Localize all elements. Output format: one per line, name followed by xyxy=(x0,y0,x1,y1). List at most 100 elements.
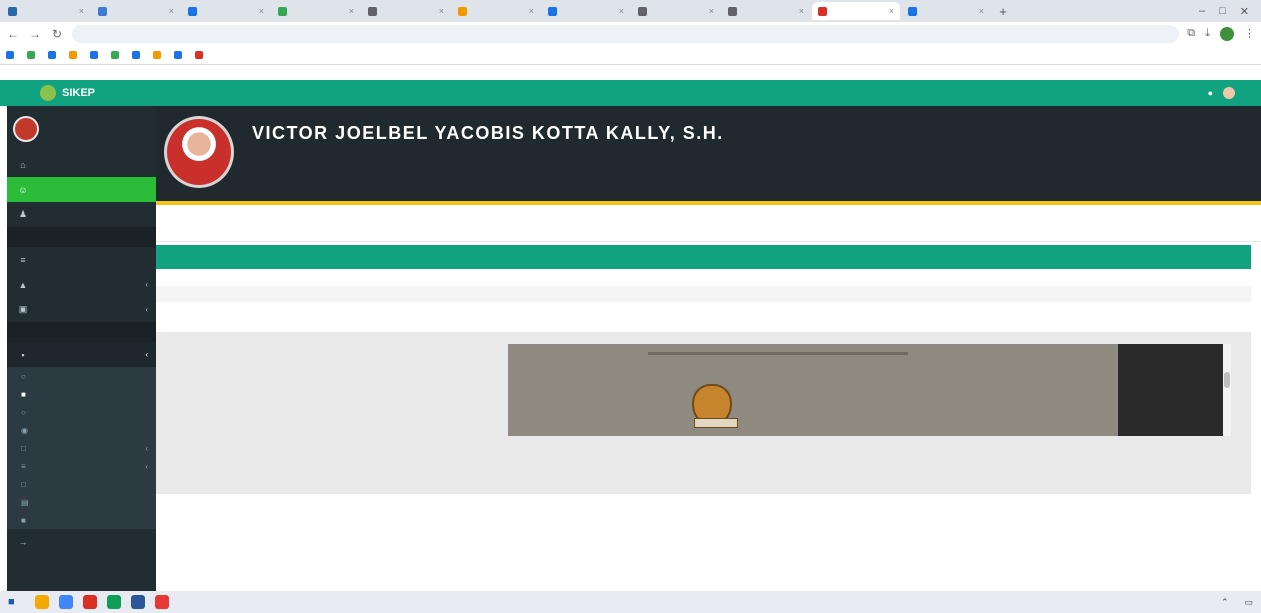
tab-close-icon[interactable]: × xyxy=(619,6,624,16)
bookmark-item[interactable] xyxy=(153,51,164,59)
tray-chevron-icon[interactable]: ⌃ xyxy=(1221,597,1229,608)
browser-tab[interactable]: × xyxy=(362,2,450,20)
back-icon[interactable]: ← xyxy=(6,27,20,41)
sidebar-item[interactable]: ▪ ‹ xyxy=(7,342,156,367)
header-user-menu[interactable]: ● xyxy=(1208,87,1261,99)
bookmark-item[interactable] xyxy=(6,51,17,59)
tab-favicon-icon xyxy=(908,6,917,16)
chart-icon: ≡ xyxy=(20,254,26,265)
browser-tab[interactable]: × xyxy=(902,2,990,20)
tab-close-icon[interactable]: × xyxy=(439,6,444,16)
minimize-icon[interactable]: – xyxy=(1199,5,1205,18)
browser-tab[interactable]: × xyxy=(182,2,270,20)
tab-close-icon[interactable]: × xyxy=(349,6,354,16)
bookmark-item[interactable] xyxy=(48,51,59,59)
extensions-icon[interactable]: ⧉ xyxy=(1187,27,1195,41)
tab-close-icon[interactable]: × xyxy=(979,6,984,16)
browser-tab[interactable]: × xyxy=(812,2,900,20)
emblem-ribbon xyxy=(694,418,738,428)
document-viewer[interactable] xyxy=(508,344,1231,436)
browser-tab[interactable]: × xyxy=(722,2,810,20)
sidebar-subitem[interactable]: ◉ xyxy=(7,421,156,439)
browser-toolbar-actions: ⧉ ⤓ ⋮ xyxy=(1187,27,1255,41)
document-scrollbar[interactable] xyxy=(1223,344,1231,436)
forward-icon[interactable]: → xyxy=(28,27,42,41)
app-icon[interactable] xyxy=(82,595,97,609)
app-logo xyxy=(40,85,56,101)
sidebar-subitem[interactable]: ○ xyxy=(7,367,156,385)
download-icon[interactable]: ⤓ xyxy=(1205,27,1210,41)
tab-close-icon[interactable]: × xyxy=(799,6,804,16)
app-icon[interactable] xyxy=(106,595,121,609)
bookmark-favicon-icon xyxy=(90,51,98,59)
browser-app-icon[interactable] xyxy=(58,595,73,609)
new-tab-button[interactable]: + xyxy=(994,4,1012,19)
sidebar-subitem[interactable]: ■ xyxy=(7,511,156,529)
notification-icon[interactable]: ● xyxy=(1208,88,1213,98)
browser-tab[interactable]: × xyxy=(272,2,360,20)
browser-nav-bar: ← → ↻ ⧉ ⤓ ⋮ xyxy=(0,22,1261,46)
tab-favicon-icon xyxy=(8,6,17,16)
browser-tab[interactable]: × xyxy=(452,2,540,20)
bookmark-item[interactable] xyxy=(90,51,101,59)
sidebar-subitem[interactable]: ≡ ‹ xyxy=(7,457,156,475)
sidebar-item[interactable]: ▲ ‹ xyxy=(7,272,156,297)
browser-tab[interactable]: × xyxy=(92,2,180,20)
document-row xyxy=(156,332,1251,494)
bullet-icon: ≡ xyxy=(21,461,26,471)
bullet-icon: ■ xyxy=(21,389,26,399)
browser-tab[interactable]: × xyxy=(542,2,630,20)
word-app-icon[interactable] xyxy=(130,595,145,609)
close-icon[interactable]: ✕ xyxy=(1240,5,1249,18)
profile-avatar[interactable] xyxy=(1220,27,1234,41)
bookmark-favicon-icon xyxy=(6,51,14,59)
sidebar-subitem[interactable]: ○ xyxy=(7,403,156,421)
start-menu-icon[interactable]: ■ xyxy=(8,596,15,608)
tab-close-icon[interactable]: × xyxy=(169,6,174,16)
system-tray: ⌃ ▭ xyxy=(1221,597,1253,608)
browser-tab-bar: × × × × × × × × × × × + – □ ✕ xyxy=(0,0,1261,22)
tab-close-icon[interactable]: × xyxy=(529,6,534,16)
pdf-app-icon[interactable] xyxy=(154,595,169,609)
menu-icon[interactable]: ⋮ xyxy=(1244,27,1255,41)
notification-center-icon[interactable]: ▭ xyxy=(1244,597,1253,608)
sidebar-section-header xyxy=(7,227,156,247)
tab-close-icon[interactable]: × xyxy=(259,6,264,16)
app-brand[interactable]: SIKEP xyxy=(62,87,95,99)
bookmarks-bar xyxy=(0,46,1261,65)
browser-tab[interactable]: × xyxy=(2,2,90,20)
bookmark-favicon-icon xyxy=(153,51,161,59)
bookmark-item[interactable] xyxy=(174,51,185,59)
sidebar-subitem[interactable]: □ ‹ xyxy=(7,439,156,457)
sidebar-subitem[interactable]: ▤ xyxy=(7,493,156,511)
chevron-icon: ‹ xyxy=(145,461,148,471)
detail-row xyxy=(156,302,1251,318)
app-header: SIKEP ● xyxy=(0,80,1261,106)
folder-app-icon[interactable] xyxy=(34,595,49,609)
sidebar-item[interactable]: ♟ xyxy=(7,202,156,227)
sidebar-item[interactable]: ⌂ xyxy=(7,152,156,177)
bookmark-item[interactable] xyxy=(27,51,38,59)
sidebar-item[interactable]: ≡ xyxy=(7,247,156,272)
sidebar-subitem[interactable]: ■ xyxy=(7,385,156,403)
bookmark-item[interactable] xyxy=(111,51,122,59)
tab-close-icon[interactable]: × xyxy=(709,6,714,16)
tab-close-icon[interactable]: × xyxy=(889,6,894,16)
maximize-icon[interactable]: □ xyxy=(1219,5,1226,18)
sidebar-item[interactable]: ☺ xyxy=(7,177,156,202)
tab-close-icon[interactable]: × xyxy=(79,6,84,16)
document-page xyxy=(508,344,1118,436)
logout-icon: → xyxy=(18,536,28,547)
bookmark-item[interactable] xyxy=(69,51,80,59)
reload-icon[interactable]: ↻ xyxy=(50,27,64,41)
sidebar-item[interactable]: ▣ ‹ xyxy=(7,297,156,322)
browser-tab[interactable]: × xyxy=(632,2,720,20)
bookmark-item[interactable] xyxy=(195,51,206,59)
address-bar[interactable] xyxy=(72,25,1180,43)
sidebar-subitem[interactable]: □ xyxy=(7,475,156,493)
sidebar-item[interactable]: → xyxy=(7,529,156,554)
bullet-icon: ○ xyxy=(21,407,26,417)
bookmark-item[interactable] xyxy=(132,51,143,59)
scrollbar-thumb[interactable] xyxy=(1224,372,1230,388)
chevron-icon: ‹ xyxy=(145,305,148,314)
